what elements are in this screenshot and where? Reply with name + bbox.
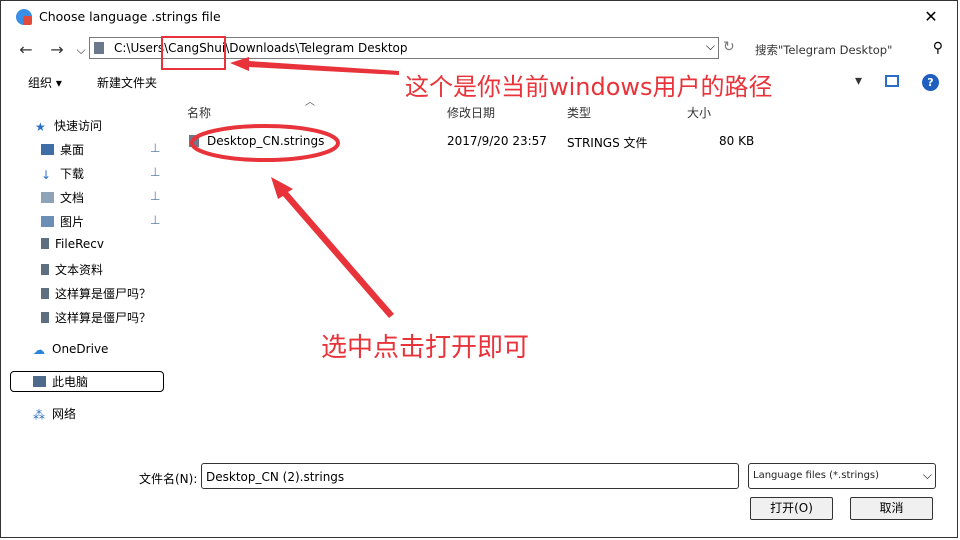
file-highlight-ellipse (190, 124, 340, 162)
select-arrow (271, 177, 394, 318)
path-annotation-text: 这个是你当前windows用户的路径 (405, 73, 773, 101)
path-arrow (230, 57, 399, 75)
path-highlight-box (161, 36, 226, 70)
file-dialog-window: Choose language .strings file ✕ ← → ⌵ C:… (0, 0, 958, 538)
select-annotation-text: 选中点击打开即可 (321, 333, 530, 363)
